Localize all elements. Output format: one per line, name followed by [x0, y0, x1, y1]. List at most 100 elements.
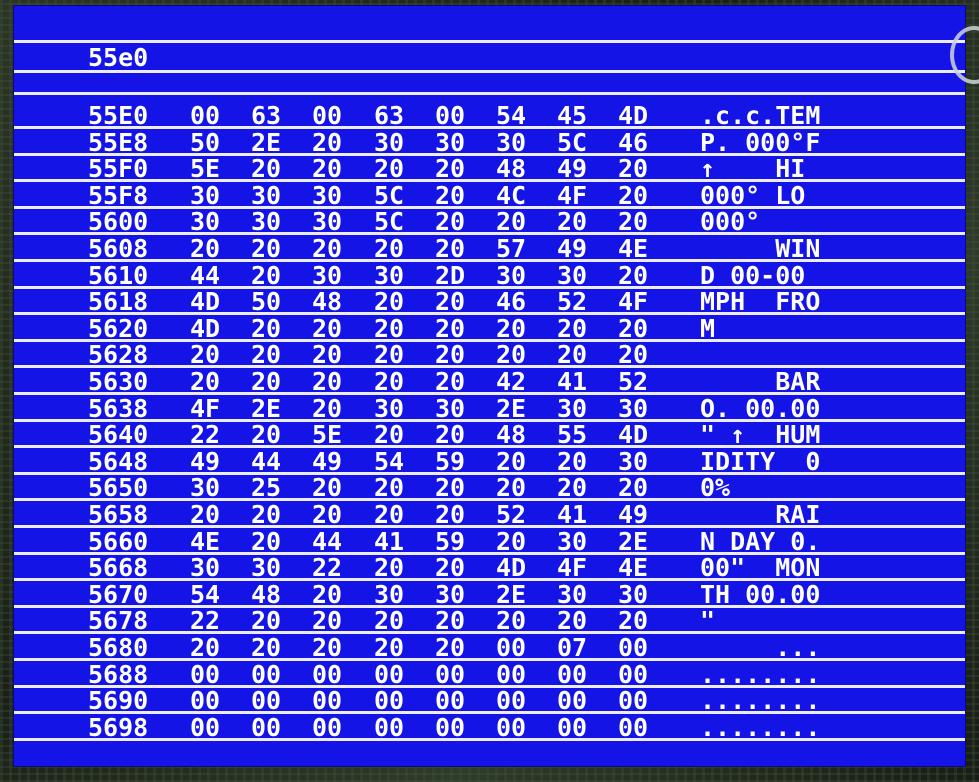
hex-byte: 20 [251, 154, 282, 184]
row-address: 5610 [88, 260, 149, 290]
row-address: 5660 [88, 526, 149, 556]
row-address: 5698 [88, 712, 149, 742]
ascii-text: MPH FRO [700, 287, 821, 317]
hex-byte: 30 [190, 180, 221, 210]
hex-byte: 30 [557, 526, 588, 556]
hex-byte: 20 [434, 500, 465, 529]
hex-byte: 45 [557, 101, 588, 130]
hex-byte: 20 [373, 500, 404, 529]
row-address: 5600 [88, 207, 149, 237]
hex-byte: 00 [190, 659, 221, 689]
hex-byte: 20 [312, 393, 343, 423]
hex-dump-screen: 55e0 55E0 00 63 00 63 00 54 45 4D .c.c.TEM 55E8 50 2… [14, 6, 965, 766]
hex-byte: 20 [251, 340, 282, 370]
hex-byte: 00 [557, 686, 588, 716]
hex-byte: 00 [312, 101, 343, 130]
row-address: 5638 [88, 393, 149, 423]
row-divider [14, 498, 965, 502]
ascii-text: ........ [700, 659, 821, 689]
hex-byte: 20 [557, 340, 588, 370]
hex-byte: 20 [190, 633, 221, 662]
row-divider [14, 631, 965, 635]
hex-byte: 20 [312, 154, 343, 184]
ascii-text: ........ [700, 712, 821, 742]
hex-byte: 20 [496, 606, 527, 636]
ascii-text: IDITY 0 [700, 446, 821, 476]
hex-byte: 20 [251, 260, 282, 290]
hex-byte: 4D [190, 313, 221, 343]
row-divider [14, 392, 965, 395]
hex-byte: 20 [496, 446, 527, 476]
ascii-text: O. 00.00 [700, 393, 821, 423]
hex-byte: 00 [190, 686, 221, 716]
hex-byte: 20 [373, 154, 404, 184]
hex-byte: 20 [434, 367, 465, 396]
row-divider [14, 604, 965, 608]
hex-byte: 20 [618, 473, 649, 503]
hex-byte: 49 [190, 446, 221, 476]
hex-byte: 20 [618, 606, 649, 636]
hex-byte: 30 [557, 393, 588, 423]
hex-byte: 20 [434, 420, 465, 450]
hex-byte: 00 [251, 712, 282, 742]
hex-byte: 44 [312, 526, 343, 556]
row-divider [14, 338, 965, 342]
ascii-text: ↑ HI [700, 154, 806, 184]
hex-byte: 57 [496, 234, 527, 263]
hex-byte: 4F [557, 553, 588, 583]
hex-byte: 30 [496, 260, 527, 290]
hex-byte: 20 [251, 420, 282, 450]
hex-byte: 2E [496, 393, 527, 423]
hex-byte: 20 [434, 473, 465, 503]
row-divider [14, 152, 965, 156]
ascii-text: P. 000°F [700, 127, 821, 157]
row-divider [14, 551, 965, 555]
row-address: 5668 [88, 553, 149, 583]
row-divider [14, 658, 965, 661]
ascii-text: RAI [700, 500, 821, 529]
ascii-text: ... [700, 633, 821, 662]
hex-byte: 4F [190, 393, 221, 423]
top-divider [14, 40, 965, 43]
hex-byte: 44 [251, 446, 282, 476]
hex-byte: 30 [557, 260, 588, 290]
hex-byte: 30 [618, 393, 649, 423]
hex-byte: 20 [434, 180, 465, 210]
hex-byte: 30 [190, 207, 221, 237]
ascii-text: D 00-00 [700, 260, 806, 290]
hex-byte: 30 [618, 446, 649, 476]
hex-byte: 4F [618, 287, 649, 317]
hex-byte: 20 [373, 553, 404, 583]
hex-byte: 00 [618, 633, 649, 662]
hex-byte: 20 [557, 473, 588, 503]
hex-byte: 20 [618, 313, 649, 343]
hex-byte: 30 [434, 393, 465, 423]
hex-byte: 00 [496, 633, 527, 662]
address-header: 55e0 [88, 43, 149, 72]
hex-byte: 00 [190, 101, 221, 130]
hex-byte: 4E [618, 234, 649, 263]
hex-byte: 00 [434, 712, 465, 742]
hex-byte: 00 [373, 712, 404, 742]
hex-byte: 00 [373, 686, 404, 716]
hex-byte: 07 [557, 633, 588, 662]
hex-byte: 4D [496, 553, 527, 583]
row-address: 5608 [88, 234, 149, 263]
hex-byte: 00 [434, 686, 465, 716]
hex-byte: 49 [557, 234, 588, 263]
hex-byte: 4D [190, 287, 221, 317]
hex-byte: 20 [373, 633, 404, 662]
hex-byte: 00 [251, 659, 282, 689]
hex-byte: 20 [251, 234, 282, 263]
row-address: 5640 [88, 420, 149, 450]
hex-byte: 59 [434, 526, 465, 556]
ascii-text: TH 00.00 [700, 579, 821, 609]
hex-byte: 63 [251, 101, 282, 130]
hex-byte: 20 [312, 234, 343, 263]
row-address: 55E8 [88, 127, 149, 157]
row-address: 5648 [88, 446, 149, 476]
hex-byte: 59 [434, 446, 465, 476]
hex-byte: 20 [373, 340, 404, 370]
row-address: 5688 [88, 659, 149, 689]
hex-byte: 20 [557, 313, 588, 343]
